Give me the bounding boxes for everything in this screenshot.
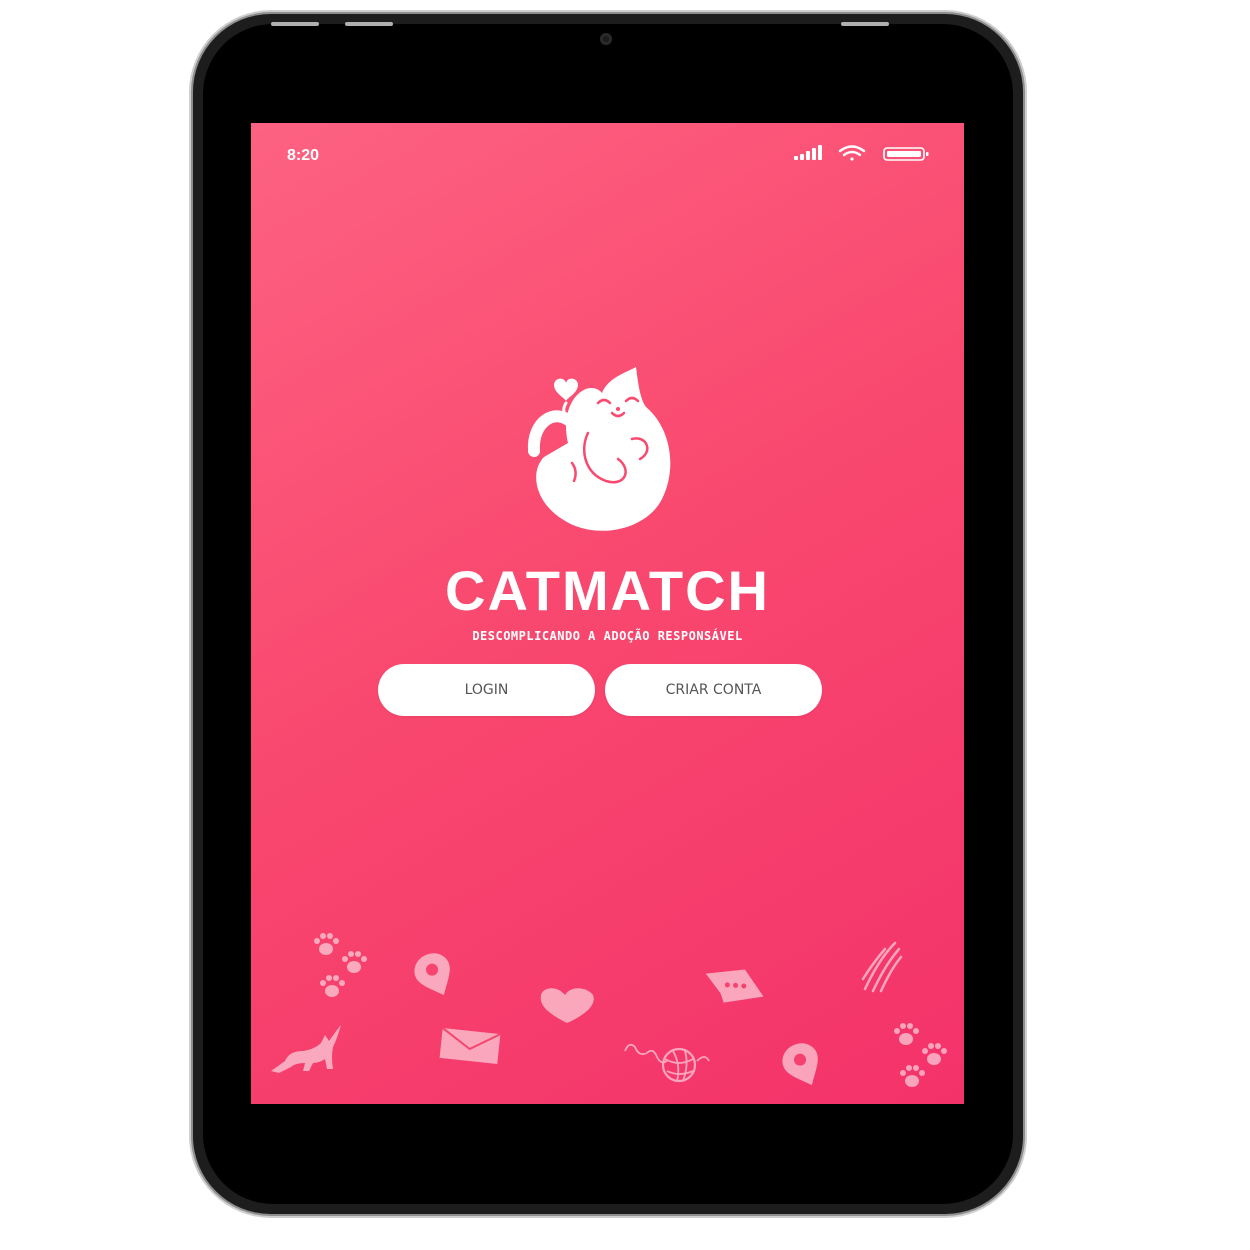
status-icons	[794, 145, 929, 161]
location-pin-icon	[782, 1043, 818, 1086]
power-button	[841, 22, 889, 26]
chat-bubble-icon	[705, 969, 764, 1003]
signal-icon	[794, 145, 822, 160]
location-pin-icon	[414, 953, 450, 996]
paw-icon	[894, 1023, 919, 1045]
heart-icon	[554, 378, 578, 401]
paw-icon	[320, 975, 345, 997]
battery-icon	[883, 147, 929, 161]
heart-icon	[540, 988, 594, 1023]
envelope-icon	[439, 1027, 501, 1064]
volume-button	[345, 22, 393, 26]
status-time: 8:20	[287, 147, 320, 164]
create-account-button[interactable]: CRIAR CONTA	[605, 664, 822, 716]
app-title: CATMATCH	[445, 559, 770, 622]
app-tagline: DESCOMPLICANDO A ADOÇÃO RESPONSÁVEL	[472, 629, 743, 643]
cat-heart-logo	[527, 367, 671, 531]
wifi-icon	[838, 145, 866, 161]
volume-button	[271, 22, 319, 26]
yarn-ball-icon	[624, 1043, 710, 1083]
paw-icon	[314, 933, 339, 955]
app-screen: 8:20 CATMATCH DESCOMPLICANDO A ADOÇÃO RE…	[251, 123, 964, 1104]
paw-icon	[900, 1065, 925, 1087]
cat-silhouette-icon	[271, 1025, 341, 1073]
camera-icon	[600, 33, 612, 45]
scratch-marks-icon	[861, 941, 903, 993]
login-button[interactable]: LOGIN	[378, 664, 595, 716]
